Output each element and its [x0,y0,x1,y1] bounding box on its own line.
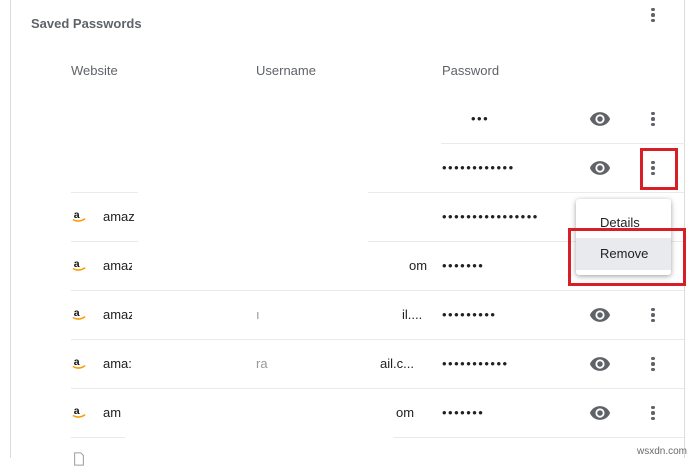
file-icon [74,452,84,466]
svg-text:a: a [74,209,80,221]
website-name[interactable]: ama: [103,356,132,371]
username-value: ail.c... [380,356,414,371]
svg-text:a: a [74,307,80,319]
redacted-area [270,292,400,338]
eye-icon[interactable] [589,157,611,179]
eye-icon[interactable] [589,402,611,424]
column-header-website: Website [71,63,118,78]
username-fragment: ra [256,356,268,371]
svg-text:a: a [74,405,80,417]
more-vert-icon[interactable] [641,401,665,425]
password-value: ••••••• [442,405,485,420]
amazon-logo-icon: a [72,356,86,369]
password-value: •••••••••••••••• [442,209,539,224]
password-row: ••• [0,95,699,144]
password-value: ••••••• [442,258,485,273]
password-value: ••• [471,111,490,126]
redacted-area [278,340,378,386]
password-value: •••••••••••• [442,160,515,175]
highlight-remove [568,228,686,286]
svg-text:a: a [74,258,80,270]
redacted-area [132,340,250,386]
redacted-area [125,389,393,439]
svg-text:a: a [74,356,80,368]
redacted-area [132,242,402,288]
amazon-logo-icon: a [72,258,86,271]
more-vert-icon[interactable] [641,303,665,327]
username-value: il.... [402,307,423,322]
watermark: wsxdn.com [637,446,688,457]
password-value: ••••••••• [442,307,497,322]
more-vert-icon[interactable] [641,107,665,131]
username-fragment: ı [256,307,260,322]
more-vert-icon[interactable] [641,352,665,376]
eye-icon[interactable] [589,353,611,375]
eye-icon[interactable] [589,304,611,326]
website-name[interactable]: am [103,405,121,420]
username-value: om [409,258,428,273]
more-vert-icon[interactable] [641,3,665,27]
amazon-logo-icon: a [72,307,86,320]
website-name[interactable]: amaz [103,209,135,224]
amazon-logo-icon: a [72,209,86,222]
highlight-kebab [640,148,678,190]
column-header-username: Username [256,63,316,78]
column-header-password: Password [442,63,500,78]
username-value: om [396,405,415,420]
eye-icon[interactable] [589,108,611,130]
amazon-logo-icon: a [72,405,86,418]
website-name[interactable]: amaz [103,307,135,322]
redacted-area [132,292,252,338]
password-value: ••••••••••• [442,356,509,371]
redacted-area [138,178,368,242]
website-name[interactable]: amaz [103,258,135,273]
section-title: Saved Passwords [31,16,142,31]
